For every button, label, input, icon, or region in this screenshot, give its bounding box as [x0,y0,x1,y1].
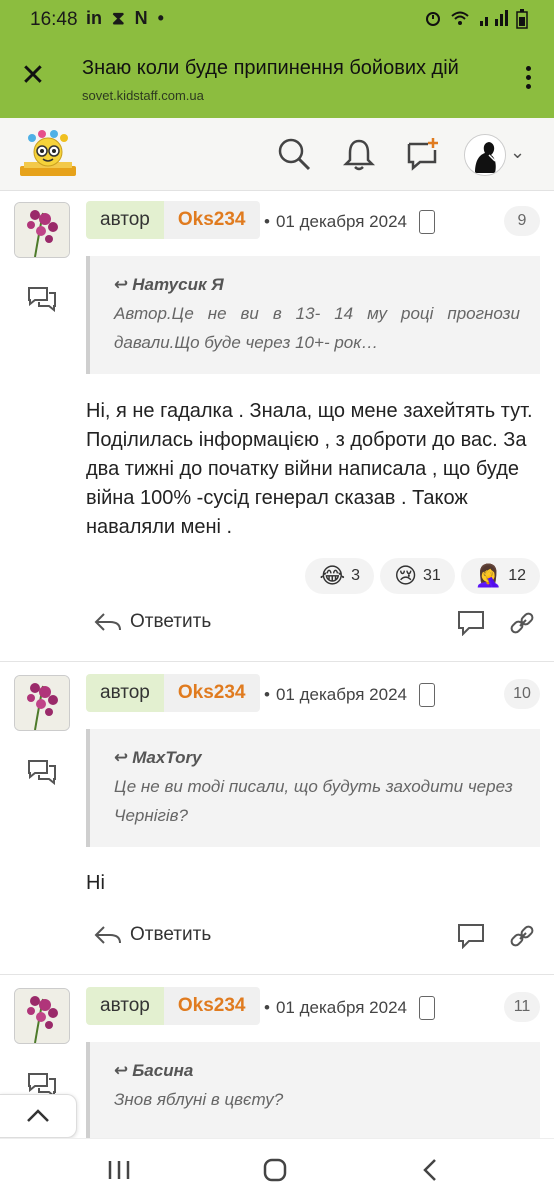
post-number[interactable]: 11 [504,992,540,1022]
hourglass-icon: ⧗ [112,8,125,28]
status-time: 16:48 [30,9,78,30]
reactions: 😂 3 😢 31 🤦‍♀️ 12 [305,558,540,594]
quote-author-name: Басина [132,1061,194,1080]
author-nick[interactable]: Oks234 [163,201,260,239]
reply-arrow-icon: ↩ [114,1061,129,1080]
quote-block: ↩ Басина Знов яблуні в цвєту? [86,1042,540,1142]
meta-dot: • [264,685,270,704]
battery-icon [516,9,528,29]
author-role: автор [86,201,164,239]
quote-text[interactable]: Знов яблуні в цвєту? [114,1085,520,1114]
post-meta: • 01 декабря 2024 [264,996,435,1020]
reply-arrow-icon: ↩ [114,275,129,294]
reply-arrow-icon: ↩ [114,748,129,767]
reply-icon [94,926,121,944]
divider [0,974,554,975]
post-date: 01 декабря 2024 [275,685,407,704]
reaction-count: 12 [508,567,526,584]
reaction-facepalm[interactable]: 🤦‍♀️ 12 [460,558,540,594]
author-role: автор [86,987,164,1025]
reaction-count: 31 [423,567,441,584]
new-message-icon[interactable] [404,136,440,172]
signal-icon [480,10,508,26]
quote-block: ↩ MaxTory Це не ви тоді писали, що будуть… [86,729,540,847]
meta-dot: • [264,212,270,231]
quote-block: ↩ Натусик Я Автор.Це не ви в 13- 14 му ро… [86,256,540,374]
quote-author-name: Натусик Я [132,275,224,294]
system-nav-bar [0,1138,554,1201]
more-menu-icon[interactable] [526,66,534,93]
post-meta: • 01 декабря 2024 [264,683,435,707]
author-nick[interactable]: Oks234 [163,987,260,1025]
quote-author[interactable]: ↩ MaxTory [114,743,520,772]
post-body: Ні [86,872,105,894]
dot-icon: • [157,8,164,28]
cry-emoji-icon: 😢 [394,563,417,588]
post-number[interactable]: 9 [504,206,540,236]
reply-button[interactable]: Ответить [94,923,211,947]
quote-text[interactable]: Автор.Це не ви в 13- 14 му році прогнози… [114,299,520,357]
quote-author[interactable]: ↩ Басина [114,1056,520,1085]
mobile-phone-icon [418,210,435,234]
browser-app-bar: ✕ Знаю коли буде припинення бойових дій … [0,40,554,118]
post-date: 01 декабря 2024 [275,998,407,1017]
post-meta: • 01 декабря 2024 [264,210,435,234]
close-icon[interactable]: ✕ [19,61,47,91]
author-avatar[interactable] [14,675,70,731]
meta-dot: • [264,998,270,1017]
status-bar: 16:48 in ⧗ N • [0,0,554,40]
author-pill: автор Oks234 [86,201,260,239]
site-logo[interactable] [16,126,80,182]
site-header: ⌄ [0,118,554,191]
status-right-icons [424,9,528,29]
author-avatar[interactable] [14,988,70,1044]
page-url: sovet.kidstaff.com.ua [82,88,204,103]
page-title: Знаю коли буде припинення бойових дій [82,57,459,79]
post-date: 01 декабря 2024 [275,212,407,231]
author-avatar[interactable] [14,202,70,258]
chat-bubbles-icon[interactable] [27,759,57,785]
user-avatar[interactable] [464,134,506,176]
recent-apps-icon[interactable] [104,1155,134,1185]
chevron-up-icon [27,1109,49,1122]
author-nick[interactable]: Oks234 [163,674,260,712]
facepalm-emoji-icon: 🤦‍♀️ [474,563,503,588]
chevron-down-icon[interactable]: ⌄ [510,142,525,163]
reaction-laugh[interactable]: 😂 3 [305,558,375,594]
quote-author[interactable]: ↩ Натусик Я [114,270,520,299]
n-app-icon: N [134,8,148,28]
reply-icon [94,613,121,631]
linkedin-icon: in [86,8,102,28]
author-pill: автор Oks234 [86,987,260,1025]
laugh-emoji-icon: 😂 [319,563,346,588]
reply-button[interactable]: Ответить [94,610,211,634]
bell-icon[interactable] [341,136,377,172]
post-body: Ні, я не гадалка . Знала, що мене захейт… [86,400,533,538]
scroll-to-top-button[interactable] [0,1094,77,1138]
post-number[interactable]: 10 [504,679,540,709]
back-icon[interactable] [416,1155,446,1185]
comment-icon[interactable] [457,923,485,949]
wifi-icon [451,11,469,25]
reaction-cry[interactable]: 😢 31 [380,558,455,594]
link-icon[interactable] [508,610,536,636]
comment-icon[interactable] [457,610,485,636]
reply-label: Ответить [130,611,212,632]
chat-bubbles-icon[interactable] [27,286,57,312]
home-icon[interactable] [260,1155,290,1185]
alarm-icon [426,12,440,26]
reply-label: Ответить [130,924,212,945]
mobile-phone-icon [418,683,435,707]
quote-author-name: MaxTory [132,748,202,767]
search-icon[interactable] [276,136,312,172]
link-icon[interactable] [508,923,536,949]
mobile-phone-icon [418,996,435,1020]
status-left-icons: in ⧗ N • [86,8,164,29]
divider [0,661,554,662]
reaction-count: 3 [351,567,361,584]
author-role: автор [86,674,164,712]
author-pill: автор Oks234 [86,674,260,712]
quote-text[interactable]: Це не ви тоді писали, що будуть заходити… [114,772,520,830]
